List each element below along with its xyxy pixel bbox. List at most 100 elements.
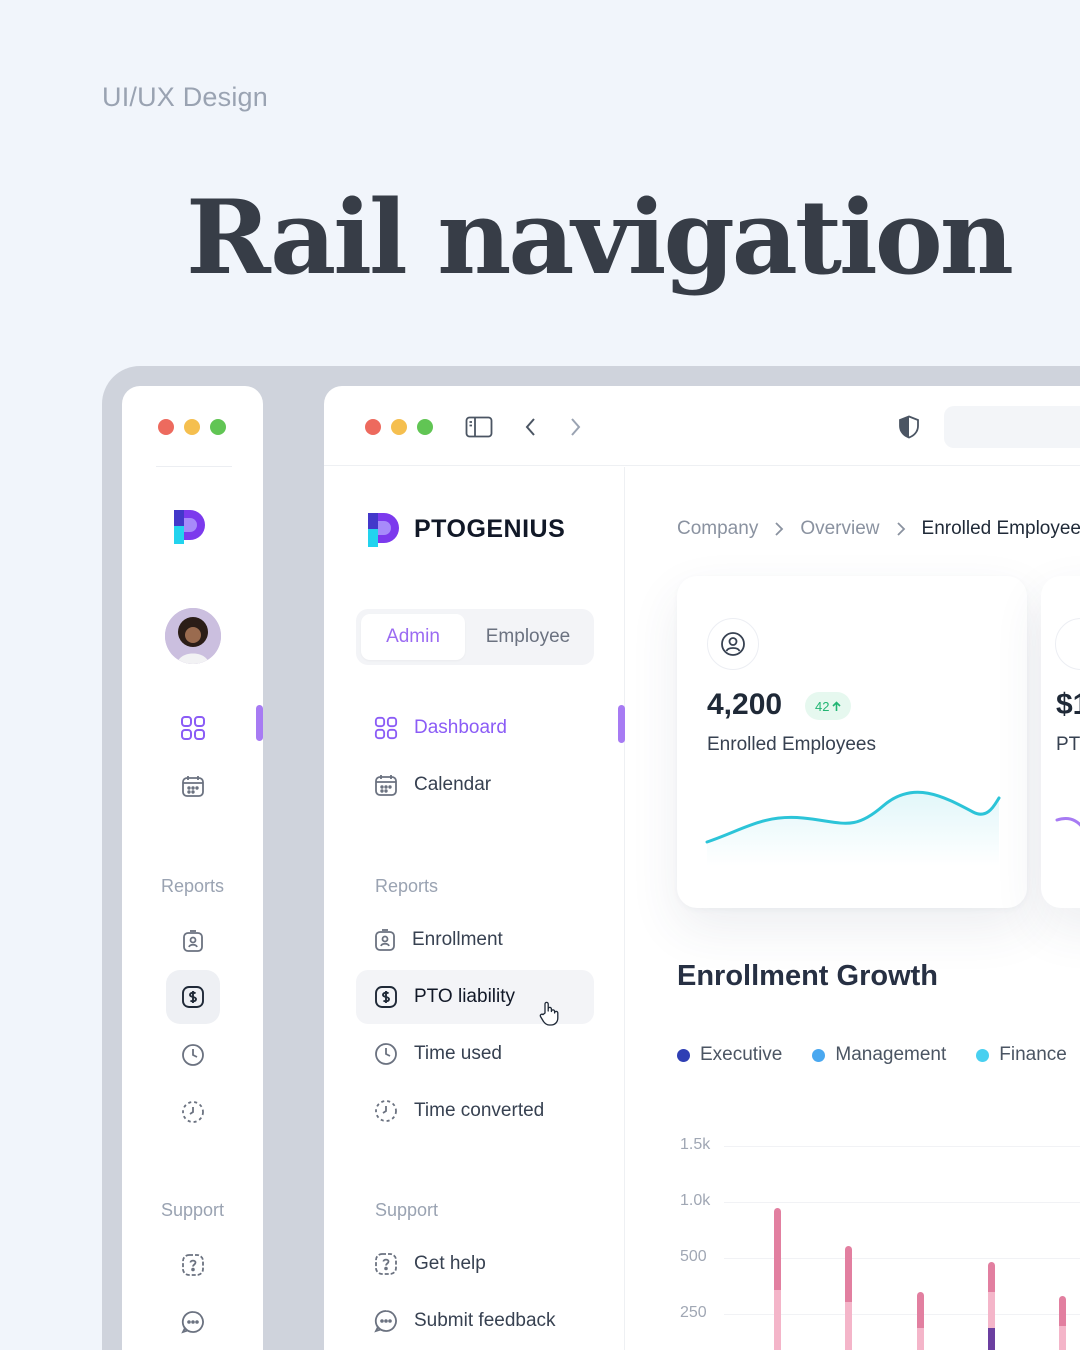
window-toolbar: [324, 386, 1080, 466]
pto-sparkline: [1055, 816, 1080, 827]
calendar-icon[interactable]: [175, 768, 211, 804]
gridline: [724, 1202, 1080, 1203]
stat-value: 4,200: [707, 688, 783, 721]
legend-management[interactable]: Management: [812, 1044, 946, 1066]
chart-bar-segment: [774, 1290, 781, 1350]
legend-dot: [976, 1048, 990, 1062]
sidebar-item-label: Enrollment: [412, 929, 503, 950]
sidebar-item-label: Dashboard: [414, 717, 507, 738]
chat-icon[interactable]: [175, 1304, 211, 1340]
breadcrumb-company[interactable]: Company: [677, 518, 758, 540]
legend-executive[interactable]: Executive: [677, 1044, 782, 1066]
chart-bar-segment: [988, 1292, 995, 1328]
kicker-text: UI/UX Design: [102, 82, 268, 112]
pto-liability-icon[interactable]: [166, 970, 220, 1024]
user-circle-icon: [707, 618, 759, 670]
section-label-reports: Reports: [375, 876, 439, 896]
app-window: PTOGENIUS Admin Employee Dashboard Calen…: [324, 386, 1080, 1350]
sidebar-item-dashboard[interactable]: Dashboard: [356, 701, 594, 755]
legend-label: Finance: [999, 1044, 1067, 1065]
chart-legend: Executive Management Finance: [677, 1044, 1067, 1066]
money-icon: [375, 986, 397, 1008]
help-icon[interactable]: [175, 1247, 211, 1283]
chevron-right-icon: [775, 522, 784, 536]
y-tick-label: 500: [680, 1248, 707, 1265]
section-label-support: Support: [375, 1200, 439, 1220]
legend-label: Executive: [700, 1044, 783, 1065]
trend-value: 42: [815, 698, 830, 714]
rail-section-reports: Reports: [160, 876, 225, 896]
sidebar-active-indicator: [618, 705, 625, 743]
stat-label: Enrolled Employees: [707, 734, 876, 755]
sidebar-item-get-help[interactable]: Get help: [356, 1237, 594, 1291]
dashboard-icon[interactable]: [175, 710, 211, 746]
maximize-dot[interactable]: [210, 419, 226, 435]
sidebar-item-label: PTO liability: [414, 986, 516, 1007]
stat-card-enrolled[interactable]: 4,200 42 Enrolled Employees: [677, 576, 1027, 908]
sidebar-item-label: Time converted: [414, 1100, 545, 1121]
sparkline: [705, 790, 1001, 866]
sidebar-item-label: Get help: [414, 1253, 486, 1274]
breadcrumb-overview[interactable]: Overview: [800, 518, 879, 540]
sidebar-item-submit-feedback[interactable]: Submit feedback: [356, 1294, 594, 1348]
brand-logo-icon[interactable]: [174, 508, 208, 544]
clock-dashed-icon[interactable]: [175, 1094, 211, 1130]
back-icon[interactable]: [518, 412, 542, 442]
chart-bar[interactable]: [845, 1246, 852, 1302]
gridline: [724, 1146, 1080, 1147]
chart-bar[interactable]: [917, 1292, 924, 1328]
maximize-dot[interactable]: [417, 419, 433, 435]
minimize-dot[interactable]: [391, 419, 407, 435]
admin-tab[interactable]: Admin: [361, 614, 465, 660]
legend-dot: [812, 1048, 826, 1062]
sidebar-item-calendar[interactable]: Calendar: [356, 758, 594, 812]
chart-bar-segment: [1059, 1326, 1066, 1350]
chart-bar[interactable]: [988, 1262, 995, 1292]
chart-bar[interactable]: [774, 1208, 781, 1290]
sidebar-item-time-converted[interactable]: Time converted: [356, 1084, 594, 1138]
forward-icon[interactable]: [564, 412, 588, 442]
clock-dashed-icon: [375, 1100, 397, 1122]
rail-divider: [156, 466, 232, 467]
sidebar-item-time-used[interactable]: Time used: [356, 1027, 594, 1081]
enrollment-icon[interactable]: [175, 923, 211, 959]
hero-title: Rail navigation: [186, 178, 1014, 298]
arrow-up-icon: [832, 700, 842, 711]
sidebar-item-label: Time used: [414, 1043, 502, 1064]
trend-badge: 42: [805, 692, 852, 720]
hand-cursor-icon: [539, 1001, 559, 1026]
avatar[interactable]: [165, 608, 221, 664]
legend-finance[interactable]: Finance: [976, 1044, 1067, 1066]
rail-active-indicator: [256, 705, 263, 741]
window-controls: [158, 419, 226, 435]
stat-card-pto[interactable]: $1 PT: [1041, 576, 1080, 908]
minimize-dot[interactable]: [184, 419, 200, 435]
clock-icon[interactable]: [175, 1037, 211, 1073]
chart-bar-segment: [988, 1328, 995, 1350]
sidebar-item-label: Calendar: [414, 774, 492, 795]
clock-icon: [375, 1043, 397, 1065]
y-tick-label: 1.0k: [680, 1192, 711, 1209]
breadcrumb: Company Overview Enrolled Employees: [677, 518, 1080, 540]
address-bar[interactable]: [944, 406, 1080, 448]
stat-card-2-icon: [1055, 618, 1080, 670]
sidebar: PTOGENIUS Admin Employee Dashboard Calen…: [324, 467, 625, 1350]
calendar-icon: [375, 775, 397, 796]
chart-bar-segment: [917, 1328, 924, 1350]
chart-bar[interactable]: [1059, 1296, 1066, 1326]
rail-panel: Reports Support: [122, 386, 263, 1350]
sidebar-item-label: Submit feedback: [414, 1310, 556, 1331]
brand[interactable]: PTOGENIUS: [368, 511, 565, 547]
employee-tab[interactable]: Employee: [468, 614, 588, 660]
chat-icon: [374, 1310, 397, 1333]
sidebar-toggle-icon[interactable]: [464, 412, 494, 442]
shield-icon[interactable]: [894, 412, 924, 442]
close-dot[interactable]: [158, 419, 174, 435]
role-toggle: Admin Employee: [356, 609, 594, 665]
close-dot[interactable]: [365, 419, 381, 435]
sidebar-item-enrollment[interactable]: Enrollment: [356, 913, 594, 967]
stat-label: PT: [1056, 734, 1080, 755]
legend-label: Management: [835, 1044, 947, 1065]
chart-bar-segment: [845, 1302, 852, 1350]
breadcrumb-current: Enrolled Employees: [921, 518, 1080, 539]
